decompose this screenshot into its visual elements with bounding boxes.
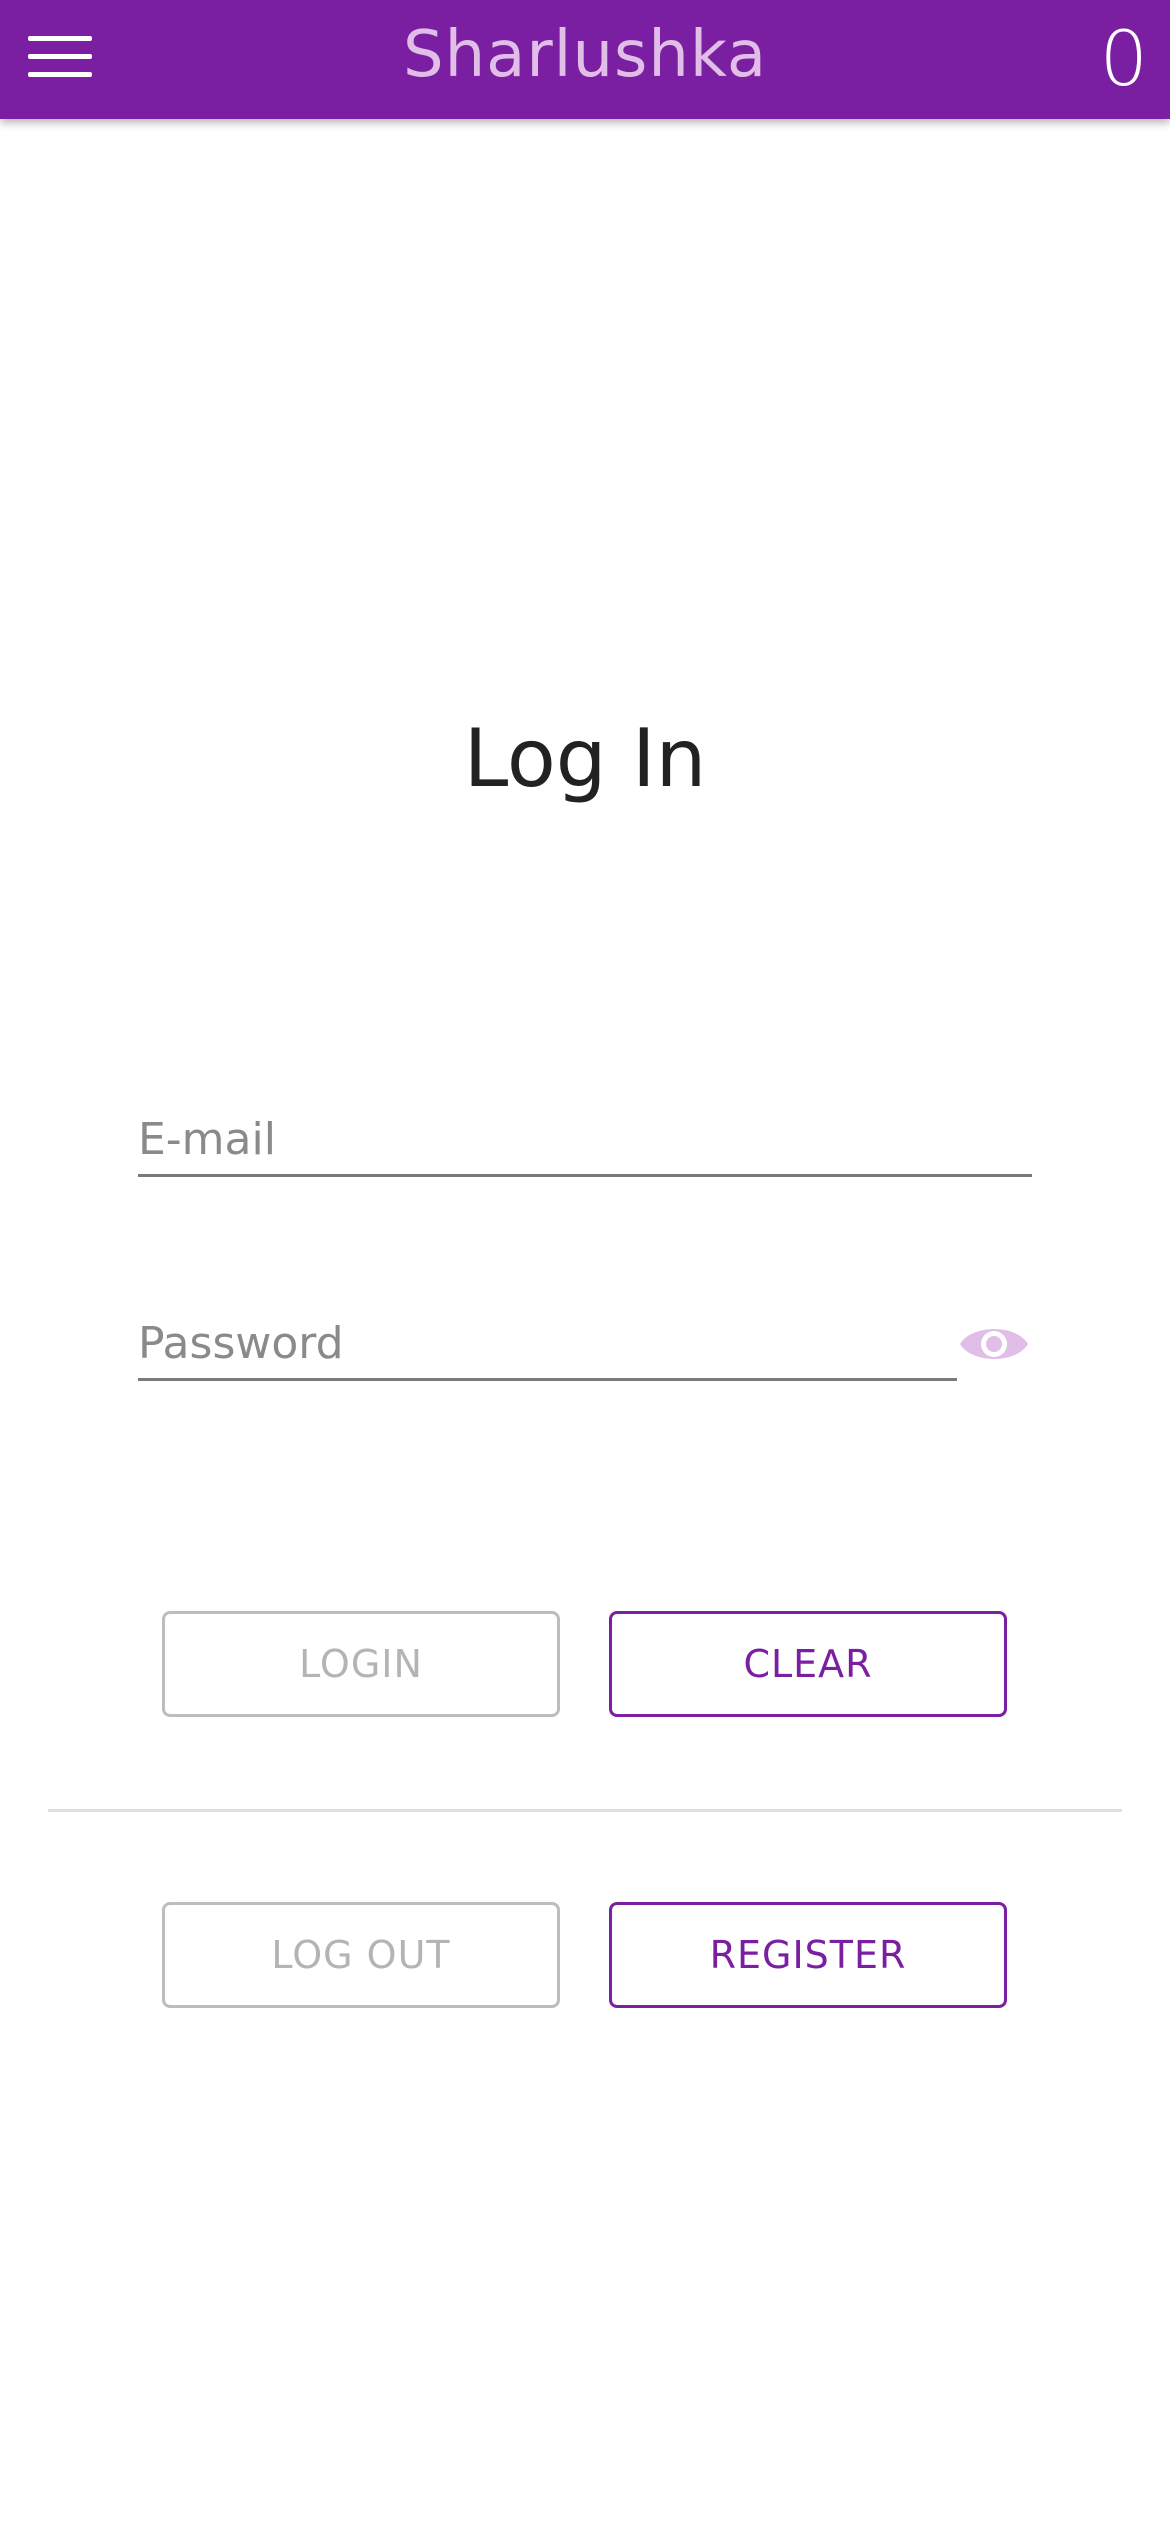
clear-button[interactable]: CLEAR xyxy=(609,1611,1007,1717)
app-title: Sharlushka xyxy=(402,18,768,92)
password-field[interactable] xyxy=(138,1308,957,1378)
register-button[interactable]: REGISTER xyxy=(609,1902,1007,2008)
login-button[interactable]: LOGIN xyxy=(162,1611,560,1717)
logout-button[interactable]: LOG OUT xyxy=(162,1902,560,2008)
eye-icon[interactable] xyxy=(958,1316,1030,1372)
cart-count-badge[interactable]: 0 xyxy=(1100,14,1148,103)
password-field-container xyxy=(138,1308,957,1381)
email-field[interactable] xyxy=(138,1104,1032,1174)
email-field-container xyxy=(138,1104,1032,1177)
top-app-bar: Sharlushka 0 xyxy=(0,0,1170,119)
page-title: Log In xyxy=(463,712,707,805)
divider xyxy=(48,1809,1122,1812)
